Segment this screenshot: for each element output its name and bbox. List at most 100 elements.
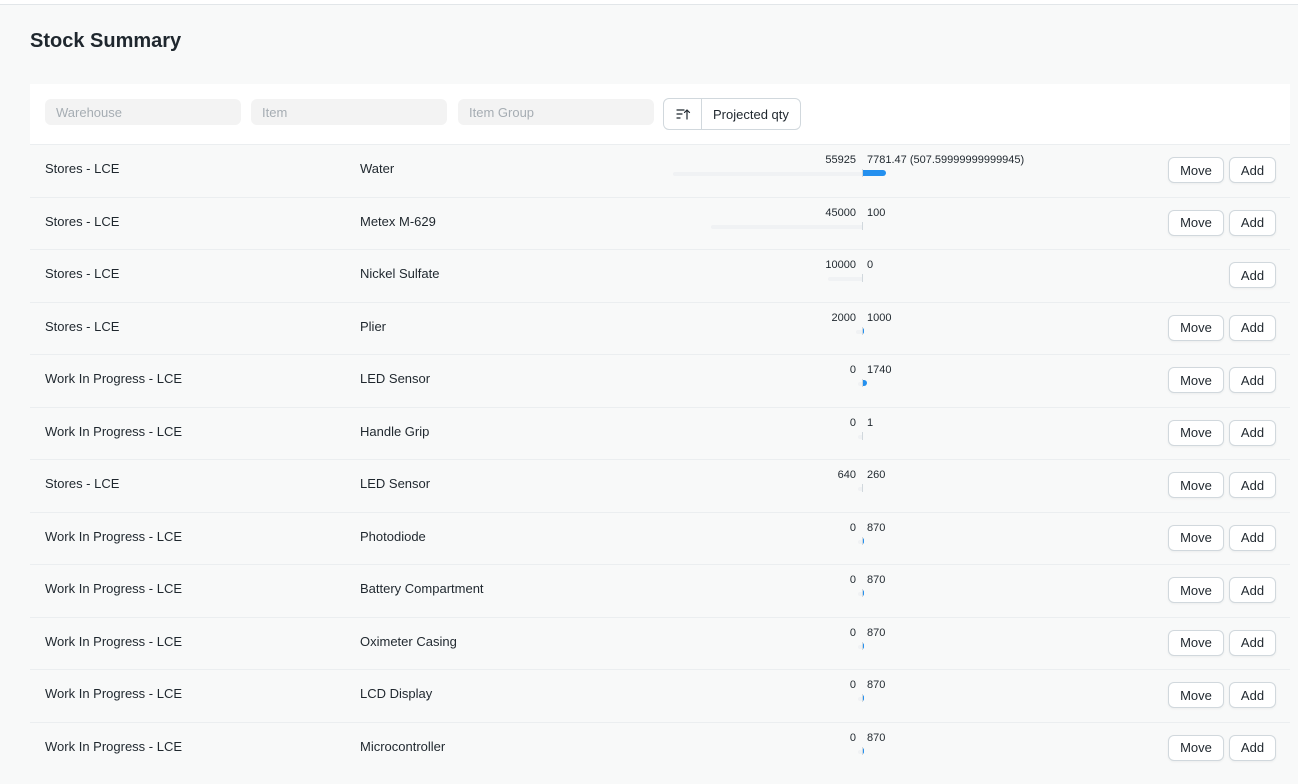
move-button[interactable]: Move — [1168, 314, 1224, 341]
actual-qty-bar — [828, 277, 862, 281]
warehouse-name[interactable]: Work In Progress - LCE — [45, 424, 182, 439]
bar-divider — [862, 484, 863, 492]
add-button[interactable]: Add — [1229, 209, 1276, 236]
item-name[interactable]: Photodiode — [360, 529, 426, 544]
stock-row: Work In Progress - LCE LCD Display 0 870 Mov… — [30, 669, 1290, 722]
add-button[interactable]: Add — [1229, 577, 1276, 603]
warehouse-name[interactable]: Stores - LCE — [45, 476, 119, 491]
add-button[interactable]: Add — [1229, 734, 1276, 761]
warehouse-name[interactable]: Work In Progress - LCE — [45, 581, 182, 596]
bar-divider — [862, 746, 863, 755]
stock-row: Stores - LCE Water 55925 7781.47 (507.59999… — [30, 144, 1290, 197]
actual-qty: 0 — [849, 626, 856, 639]
actual-qty: 0 — [849, 574, 856, 586]
sort-ascending-icon — [675, 109, 690, 120]
move-button[interactable]: Move — [1168, 734, 1224, 761]
bar-divider — [862, 326, 863, 335]
actual-qty-bar — [711, 224, 862, 229]
warehouse-name[interactable]: Work In Progress - LCE — [45, 529, 182, 544]
bar-divider — [862, 641, 863, 650]
add-button[interactable]: Add — [1229, 262, 1276, 288]
warehouse-name[interactable]: Stores - LCE — [45, 319, 119, 334]
actual-qty: 45000 — [825, 206, 856, 219]
stock-row: Work In Progress - LCE Oximeter Casing 0 87… — [30, 616, 1290, 670]
warehouse-name[interactable]: Stores - LCE — [45, 214, 119, 229]
bar-divider — [862, 169, 863, 177]
move-button[interactable]: Move — [1168, 419, 1224, 446]
add-button[interactable]: Add — [1229, 419, 1276, 446]
stock-row: Stores - LCE Nickel Sulfate 10000 0 Add — [30, 249, 1290, 302]
projected-qty: 870 — [867, 574, 886, 586]
projected-qty: 1 — [867, 416, 874, 429]
warehouse-name[interactable]: Work In Progress - LCE — [45, 686, 182, 701]
warehouse-name[interactable]: Stores - LCE — [45, 161, 119, 176]
projected-qty: 7781.47 (507.59999999999945) — [867, 154, 1025, 166]
filter-bar: Projected qty — [30, 84, 1290, 144]
actual-qty: 0 — [849, 679, 856, 691]
move-button[interactable]: Move — [1168, 682, 1224, 708]
item-name[interactable]: Metex M-629 — [360, 214, 436, 229]
move-button[interactable]: Move — [1168, 157, 1224, 183]
add-button[interactable]: Add — [1229, 157, 1276, 183]
page-title: Stock Summary — [30, 30, 182, 52]
warehouse-name[interactable]: Work In Progress - LCE — [45, 634, 182, 649]
projected-qty: 870 — [867, 521, 886, 534]
actual-qty: 0 — [849, 731, 856, 744]
actual-qty: 640 — [837, 469, 856, 481]
projected-qty: 0 — [867, 259, 874, 271]
stock-list: Stores - LCE Water 55925 7781.47 (507.59999… — [30, 144, 1290, 774]
sort-selector: Projected qty — [663, 98, 801, 130]
stock-row: Work In Progress - LCE Battery Compartmen… — [30, 564, 1290, 617]
projected-qty: 870 — [867, 679, 886, 691]
warehouse-name[interactable]: Work In Progress - LCE — [45, 371, 182, 386]
actual-qty: 2000 — [831, 311, 856, 324]
stock-row: Work In Progress - LCE Microcontroller 0 87… — [30, 721, 1290, 775]
move-button[interactable]: Move — [1168, 367, 1224, 393]
add-button[interactable]: Add — [1229, 367, 1276, 393]
actual-qty: 10000 — [825, 259, 856, 271]
bar-divider — [862, 221, 863, 230]
item-filter-input[interactable] — [251, 99, 447, 125]
add-button[interactable]: Add — [1229, 314, 1276, 341]
projected-qty: 100 — [867, 206, 886, 219]
warehouse-name[interactable]: Stores - LCE — [45, 266, 119, 281]
add-button[interactable]: Add — [1229, 682, 1276, 708]
bar-divider — [862, 274, 863, 282]
item-name[interactable]: Battery Compartment — [360, 581, 484, 596]
bar-divider — [862, 589, 863, 597]
sort-order-button[interactable] — [664, 99, 702, 129]
move-button[interactable]: Move — [1168, 577, 1224, 603]
stock-row: Stores - LCE LED Sensor 640 260 Move Add — [30, 459, 1290, 512]
item-name[interactable]: Plier — [360, 319, 386, 334]
warehouse-name[interactable]: Work In Progress - LCE — [45, 739, 182, 754]
projected-qty: 870 — [867, 731, 886, 744]
move-button[interactable]: Move — [1168, 524, 1224, 551]
item-name[interactable]: LED Sensor — [360, 371, 430, 386]
sort-field-button[interactable]: Projected qty — [702, 99, 800, 129]
actual-qty: 0 — [849, 521, 856, 534]
add-button[interactable]: Add — [1229, 629, 1276, 656]
item-name[interactable]: LED Sensor — [360, 476, 430, 491]
add-button[interactable]: Add — [1229, 472, 1276, 498]
add-button[interactable]: Add — [1229, 524, 1276, 551]
projected-qty: 870 — [867, 626, 886, 639]
warehouse-filter-input[interactable] — [45, 99, 241, 125]
bar-divider — [862, 536, 863, 545]
stock-row: Work In Progress - LCE Handle Grip 0 1 Move A… — [30, 406, 1290, 460]
stock-row: Stores - LCE Plier 2000 1000 Move Add — [30, 301, 1290, 355]
projected-qty: 1740 — [867, 364, 892, 376]
item-name[interactable]: Oximeter Casing — [360, 634, 457, 649]
move-button[interactable]: Move — [1168, 629, 1224, 656]
move-button[interactable]: Move — [1168, 472, 1224, 498]
move-button[interactable]: Move — [1168, 209, 1224, 236]
item-name[interactable]: Nickel Sulfate — [360, 266, 439, 281]
item-name[interactable]: Water — [360, 161, 394, 176]
item-name[interactable]: Microcontroller — [360, 739, 445, 754]
item-name[interactable]: LCD Display — [360, 686, 432, 701]
stock-row: Work In Progress - LCE Photodiode 0 870 Move… — [30, 511, 1290, 565]
item-name[interactable]: Handle Grip — [360, 424, 429, 439]
actual-qty: 0 — [849, 364, 856, 376]
bar-divider — [862, 694, 863, 702]
item-group-filter-input[interactable] — [458, 99, 654, 125]
actual-qty: 0 — [849, 416, 856, 429]
